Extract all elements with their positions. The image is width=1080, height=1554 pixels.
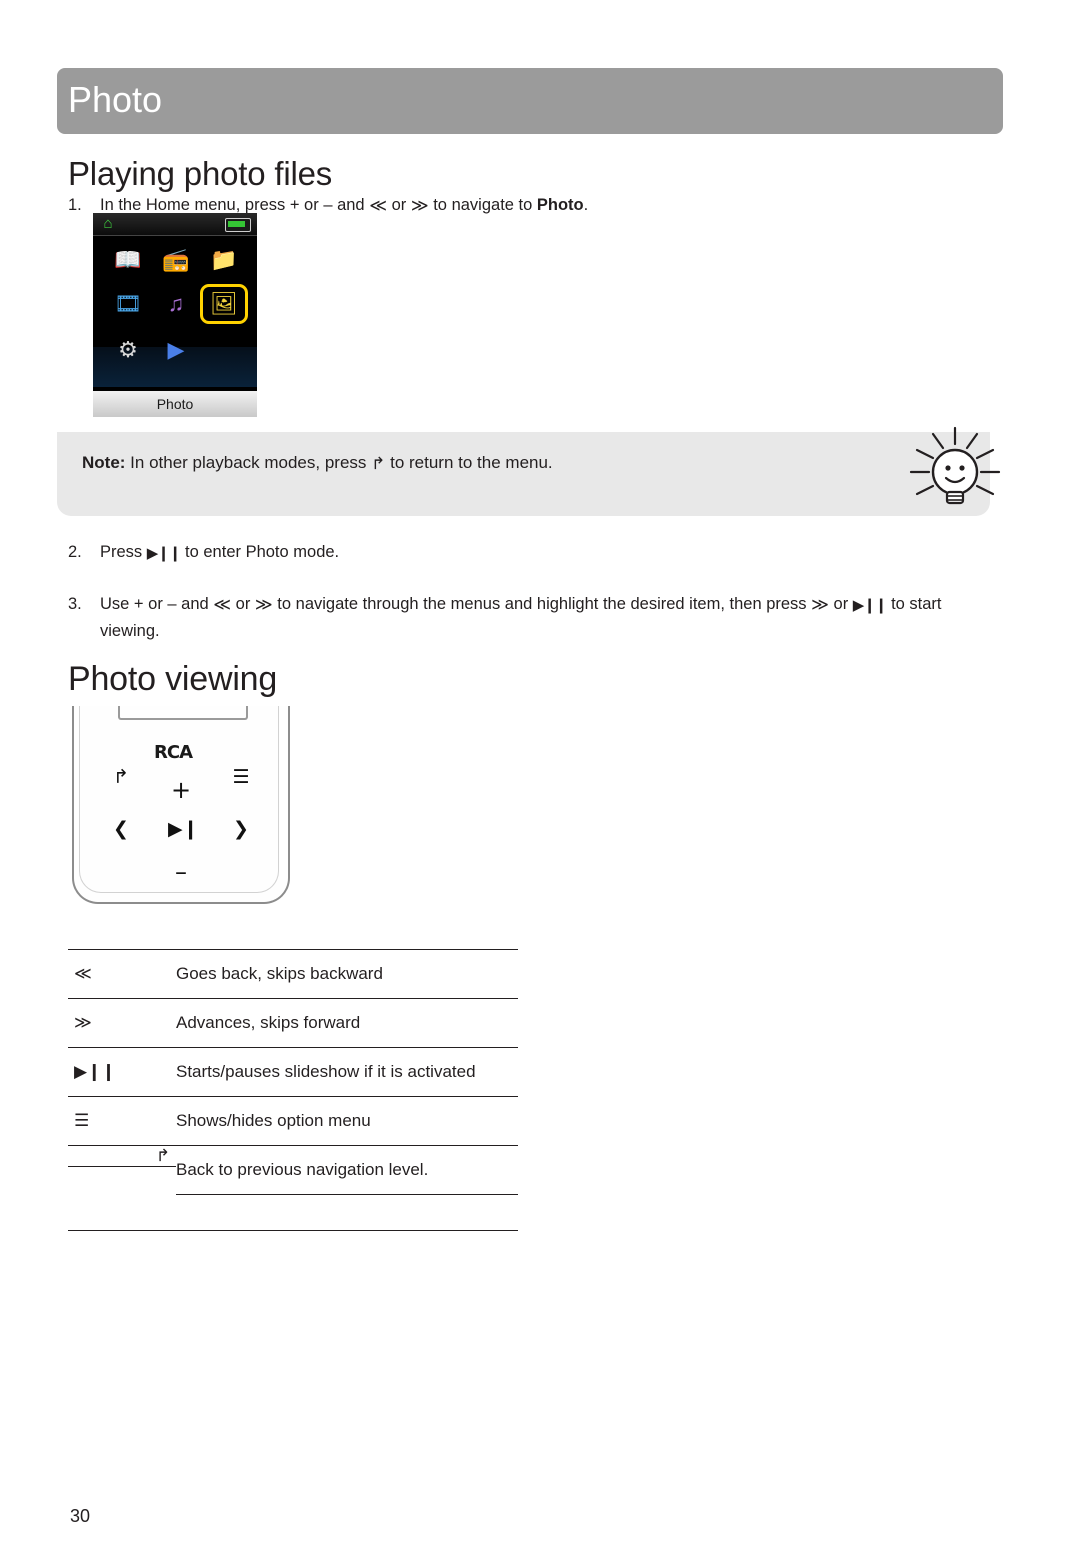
player-minus-key: – bbox=[175, 858, 187, 886]
document-page: Photo Playing photo files 1. In the Home… bbox=[0, 0, 1080, 1554]
step-3-text-d: or bbox=[828, 595, 853, 613]
key-function-table: ≪ Goes back, skips backward ≫ Advances, … bbox=[68, 949, 518, 1231]
lightbulb-icon bbox=[909, 426, 1001, 505]
skip-forward-icon-2: ≫ bbox=[811, 595, 829, 615]
note-box bbox=[57, 432, 990, 516]
device-selected-label: Photo bbox=[93, 391, 257, 417]
step-1-number: 1. bbox=[68, 196, 82, 214]
device-home-menu-screenshot: ⌂ 📖 📻 📁 🎞 ♫ 🖼 ⚙ ▶ Photo bbox=[93, 213, 257, 417]
page-number: 30 bbox=[70, 1506, 91, 1526]
skip-backward-icon: ≪ bbox=[369, 196, 387, 216]
note-text: Note: In other playback modes, press ↰ t… bbox=[82, 453, 553, 474]
key-description: Advances, skips forward bbox=[176, 998, 518, 1048]
player-menu-key: ☰ bbox=[232, 766, 250, 788]
skip-forward-icon: ≫ bbox=[410, 196, 429, 216]
table-row: ≪ Goes back, skips backward bbox=[68, 949, 518, 999]
note-text-a: In other playback modes, press bbox=[125, 453, 372, 472]
home-icon: ⌂ bbox=[103, 215, 113, 232]
key-description: Starts/pauses slideshow if it is activat… bbox=[176, 1047, 518, 1097]
step-1-text-c: to navigate to bbox=[428, 196, 537, 214]
chapter-header-bar bbox=[57, 68, 1003, 134]
step-3-text: Use + or – and ≪ or ≫ to navigate throug… bbox=[100, 591, 978, 644]
key-description: Goes back, skips backward bbox=[176, 949, 518, 999]
step-3-number: 3. bbox=[68, 595, 82, 613]
video-icon: 🎞 bbox=[114, 291, 142, 316]
key-description: Shows/hides option menu bbox=[176, 1096, 518, 1146]
table-row: ☰ Shows/hides option menu bbox=[68, 1096, 518, 1146]
player-back-key: ↰ bbox=[113, 766, 129, 788]
back-icon: ↰ bbox=[68, 1146, 176, 1167]
player-plus-key: + bbox=[170, 776, 192, 804]
step-1-text-d: . bbox=[583, 196, 589, 214]
table-row-spacer bbox=[68, 1194, 518, 1231]
section-heading-viewing: Photo viewing bbox=[68, 660, 278, 698]
key-description: Back to previous navigation level. bbox=[176, 1145, 518, 1195]
table-row: ▶❙❙ Starts/pauses slideshow if it is act… bbox=[68, 1047, 518, 1097]
player-right-key: ❯ bbox=[233, 818, 249, 840]
ebook-icon: 📖 bbox=[114, 247, 142, 272]
skip-backward-icon: ≪ bbox=[213, 595, 232, 615]
step-2-text: Press ▶❙❙ to enter Photo mode. bbox=[100, 539, 948, 566]
option-menu-icon: ☰ bbox=[68, 1096, 176, 1146]
music-icon: ♫ bbox=[167, 291, 185, 316]
step-3-text-b: or bbox=[231, 595, 255, 613]
device-status-bar: ⌂ bbox=[93, 213, 257, 236]
skip-forward-icon: ≫ bbox=[254, 595, 273, 615]
spacer-cell-right bbox=[176, 1194, 518, 1231]
battery-icon bbox=[225, 218, 251, 232]
play-pause-icon: ▶❙❙ bbox=[68, 1047, 176, 1097]
step-1-text-b: or bbox=[387, 196, 411, 214]
back-icon: ↰ bbox=[371, 454, 386, 474]
skip-backward-icon: ≪ bbox=[68, 949, 176, 999]
settings-icon: ⚙ bbox=[118, 337, 138, 362]
table-row: ↰ Back to previous navigation level. bbox=[68, 1145, 518, 1195]
step-1-text-bold: Photo bbox=[536, 196, 584, 214]
player-play-key: ▶❙ bbox=[168, 818, 199, 840]
brand-logo: RCA bbox=[154, 742, 193, 763]
step-3: 3. Use + or – and ≪ or ≫ to navigate thr… bbox=[68, 591, 978, 644]
note-label: Note: bbox=[82, 453, 126, 472]
player-left-key: ❮ bbox=[113, 818, 129, 840]
section-heading-playing: Playing photo files bbox=[68, 155, 333, 192]
step-3-text-a: Use + or – and bbox=[100, 595, 214, 613]
player-device-illustration: RCA ↰ ☰ + ❮ ▶❙ ❯ – bbox=[72, 706, 290, 906]
photo-icon: 🖼 bbox=[200, 284, 248, 324]
spacer-cell-left bbox=[68, 1194, 176, 1231]
note-text-b: to return to the menu. bbox=[385, 453, 553, 472]
device-icon-grid: 📖 📻 📁 🎞 ♫ 🖼 ⚙ ▶ bbox=[93, 235, 257, 387]
now-playing-icon: ▶ bbox=[167, 337, 185, 362]
step-1-text-a: In the Home menu, press + or – and bbox=[100, 196, 370, 214]
table-row: ≫ Advances, skips forward bbox=[68, 998, 518, 1048]
folder-icon: 📁 bbox=[210, 247, 238, 272]
player-screen-edge bbox=[118, 706, 248, 720]
play-pause-icon: ▶❙❙ bbox=[146, 544, 182, 562]
step-2-text-b: to enter Photo mode. bbox=[180, 543, 340, 561]
step-2-number: 2. bbox=[68, 543, 82, 561]
page-title: Photo bbox=[68, 79, 163, 120]
play-pause-icon-2: ▶❙❙ bbox=[852, 596, 888, 614]
skip-forward-icon: ≫ bbox=[68, 998, 176, 1048]
step-2-text-a: Press bbox=[100, 543, 147, 561]
step-3-text-c: to navigate through the menus and highli… bbox=[272, 595, 812, 613]
step-2: 2. Press ▶❙❙ to enter Photo mode. bbox=[68, 539, 948, 566]
radio-icon: 📻 bbox=[162, 247, 190, 272]
